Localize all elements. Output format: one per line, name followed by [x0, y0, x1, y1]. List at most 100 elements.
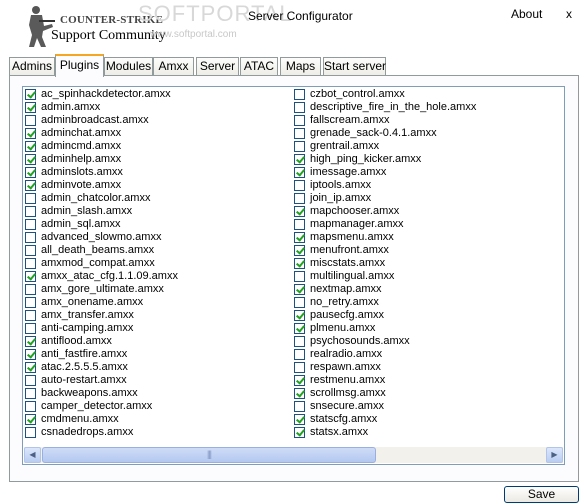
about-link[interactable]: About	[511, 7, 542, 21]
plugin-checkbox[interactable]	[294, 375, 305, 386]
plugin-checkbox[interactable]	[294, 271, 305, 282]
plugin-checkbox[interactable]	[294, 323, 305, 334]
scroll-right-arrow-icon[interactable]: ▶	[546, 447, 563, 463]
plugin-label: mapsmenu.amxx	[310, 231, 394, 243]
tab-plugins[interactable]: Plugins	[55, 54, 104, 77]
plugin-label: mapchooser.amxx	[310, 205, 400, 217]
plugin-label: multilingual.amxx	[310, 270, 395, 282]
tab-start-server[interactable]: Start server	[323, 57, 386, 77]
plugin-checkbox[interactable]	[294, 102, 305, 113]
plugin-label: nextmap.amxx	[310, 283, 382, 295]
tab-server[interactable]: Server	[196, 57, 239, 77]
plugin-checkbox[interactable]	[294, 154, 305, 165]
plugin-checkbox[interactable]	[294, 219, 305, 230]
plugin-label: pausecfg.amxx	[310, 309, 384, 321]
plugin-checkbox[interactable]	[25, 232, 36, 243]
plugin-checkbox[interactable]	[294, 141, 305, 152]
tab-admins[interactable]: Admins	[9, 57, 55, 77]
plugin-checkbox[interactable]	[294, 193, 305, 204]
plugin-checkbox[interactable]	[294, 284, 305, 295]
plugin-label: realradio.amxx	[310, 348, 383, 360]
plugin-checkbox[interactable]	[294, 245, 305, 256]
tab-modules[interactable]: Modules	[104, 57, 153, 77]
plugin-checkbox[interactable]	[294, 115, 305, 126]
plugin-label: csnadedrops.amxx	[41, 426, 134, 438]
plugin-checkbox[interactable]	[294, 414, 305, 425]
plugin-label: atac.2.5.5.5.amxx	[41, 361, 128, 373]
plugin-checkbox[interactable]	[25, 297, 36, 308]
plugin-checkbox[interactable]	[294, 167, 305, 178]
header: COUNTER-STRIKE Support Community SOFTPOR…	[0, 0, 584, 56]
plugin-label: grenade_sack-0.4.1.amxx	[310, 127, 437, 139]
plugin-checkbox[interactable]	[25, 323, 36, 334]
tab-atac[interactable]: ATAC	[240, 57, 278, 77]
plugin-checkbox[interactable]	[294, 206, 305, 217]
plugin-checkbox[interactable]	[25, 89, 36, 100]
plugin-label: admincmd.amxx	[41, 140, 122, 152]
plugin-label: anti_fastfire.amxx	[41, 348, 128, 360]
plugin-checkbox[interactable]	[294, 427, 305, 438]
plugin-checkbox[interactable]	[25, 310, 36, 321]
plugin-checkbox[interactable]	[294, 180, 305, 191]
plugin-label: statscfg.amxx	[310, 413, 378, 425]
plugin-checkbox[interactable]	[25, 336, 36, 347]
scrollbar-thumb[interactable]: |||	[42, 447, 376, 463]
plugin-label: admin_slash.amxx	[41, 205, 133, 217]
save-button[interactable]: Save	[504, 486, 579, 503]
plugin-checkbox[interactable]	[25, 167, 36, 178]
plugin-label: amx_onename.amxx	[41, 296, 144, 308]
plugin-checkbox[interactable]	[294, 232, 305, 243]
plugin-checkbox[interactable]	[25, 245, 36, 256]
plugin-checkbox[interactable]	[25, 414, 36, 425]
plugin-checkbox[interactable]	[25, 219, 36, 230]
plugin-checkbox[interactable]	[25, 141, 36, 152]
close-button[interactable]: x	[566, 7, 572, 21]
plugin-checkbox[interactable]	[25, 115, 36, 126]
logo-subtitle: Support Community	[51, 28, 166, 43]
watermark-url: www.softportal.com	[150, 29, 237, 40]
plugin-checkbox[interactable]	[25, 401, 36, 412]
plugin-checkbox[interactable]	[25, 388, 36, 399]
plugin-checkbox[interactable]	[25, 193, 36, 204]
plugin-checkbox[interactable]	[25, 154, 36, 165]
plugin-label: grentrail.amxx	[310, 140, 380, 152]
plugin-checkbox[interactable]	[25, 180, 36, 191]
plugin-label: amx_transfer.amxx	[41, 309, 134, 321]
plugin-label: iptools.amxx	[310, 179, 372, 191]
plugin-checkbox[interactable]	[294, 336, 305, 347]
tab-amxx[interactable]: Amxx	[153, 57, 194, 77]
plugin-checkbox[interactable]	[294, 128, 305, 139]
plugin-label: anti-camping.amxx	[41, 322, 134, 334]
plugin-checkbox[interactable]	[294, 362, 305, 373]
plugin-label: amxx_atac_cfg.1.1.09.amxx	[41, 270, 178, 282]
horizontal-scrollbar[interactable]: ◀ ||| ▶	[24, 447, 563, 463]
plugin-checkbox[interactable]	[25, 427, 36, 438]
plugin-checkbox[interactable]	[25, 258, 36, 269]
plugin-label: restmenu.amxx	[310, 374, 386, 386]
plugin-label: join_ip.amxx	[310, 192, 372, 204]
plugin-checkbox[interactable]	[294, 258, 305, 269]
plugin-label: adminvote.amxx	[41, 179, 122, 191]
scroll-left-arrow-icon[interactable]: ◀	[24, 447, 41, 463]
plugin-checkbox[interactable]	[25, 206, 36, 217]
plugin-checkbox[interactable]	[25, 375, 36, 386]
plugin-label: all_death_beams.amxx	[41, 244, 155, 256]
plugin-checkbox[interactable]	[25, 102, 36, 113]
plugin-checkbox[interactable]	[25, 284, 36, 295]
plugin-checkbox[interactable]	[294, 310, 305, 321]
plugin-label: miscstats.amxx	[310, 257, 386, 269]
plugin-label: plmenu.amxx	[310, 322, 376, 334]
plugin-label: menufront.amxx	[310, 244, 389, 256]
plugin-label: cmdmenu.amxx	[41, 413, 119, 425]
plugin-checkbox[interactable]	[294, 297, 305, 308]
plugin-checkbox[interactable]	[25, 128, 36, 139]
plugin-checkbox[interactable]	[294, 89, 305, 100]
plugin-checkbox[interactable]	[25, 362, 36, 373]
plugin-label: adminslots.amxx	[41, 166, 123, 178]
plugin-checkbox[interactable]	[294, 401, 305, 412]
plugin-checkbox[interactable]	[294, 349, 305, 360]
plugin-checkbox[interactable]	[25, 271, 36, 282]
plugin-checkbox[interactable]	[294, 388, 305, 399]
tab-maps[interactable]: Maps	[280, 57, 321, 77]
plugin-checkbox[interactable]	[25, 349, 36, 360]
